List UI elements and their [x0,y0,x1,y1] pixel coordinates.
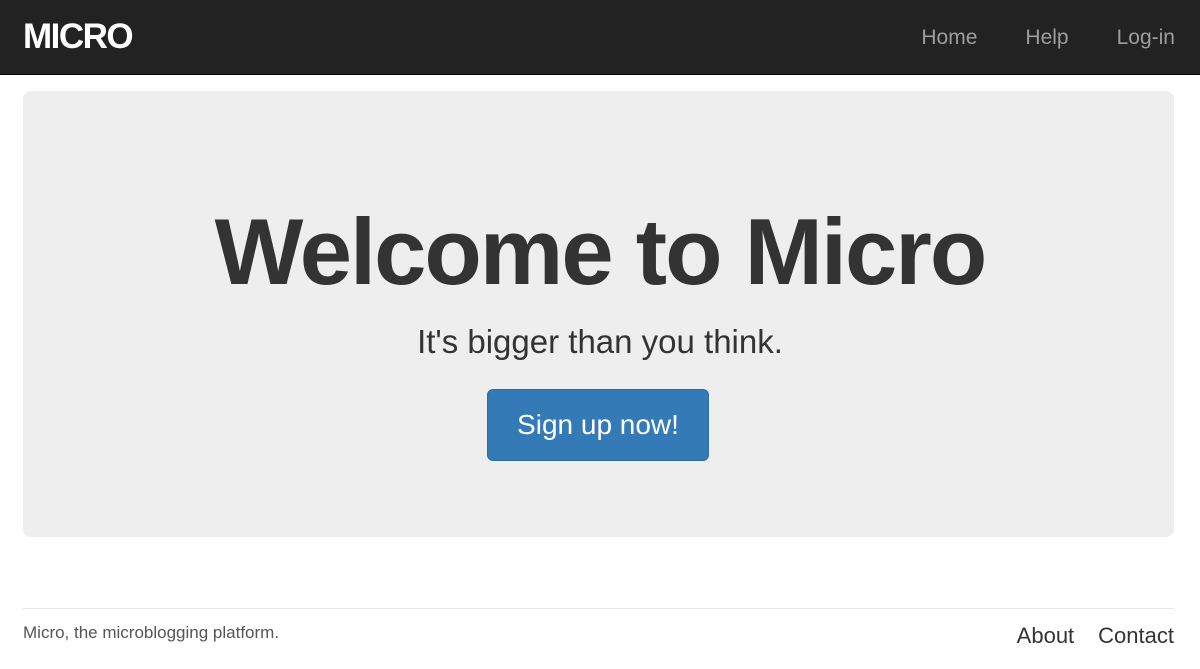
nav-link-login[interactable]: Log-in [1117,26,1175,50]
footer-nav: About Contact [993,622,1174,650]
top-navbar: MICRO Home Help Log-in [0,0,1200,75]
footer-link-contact[interactable]: Contact [1098,622,1174,650]
footer-link-about[interactable]: About [1017,622,1075,650]
nav-link-home[interactable]: Home [921,26,977,50]
hero-title: Welcome to Micro [214,199,988,304]
footer-divider [23,608,1174,609]
main-nav: Home Help Log-in [873,0,1200,75]
site-logo[interactable]: MICRO [23,17,134,57]
footer-tagline: Micro, the microblogging platform. [23,623,280,642]
hero-subtitle: It's bigger than you think. [417,323,783,360]
hero-jumbotron [23,91,1174,537]
signup-button[interactable]: Sign up now! [487,389,709,461]
nav-link-help[interactable]: Help [1025,26,1068,50]
